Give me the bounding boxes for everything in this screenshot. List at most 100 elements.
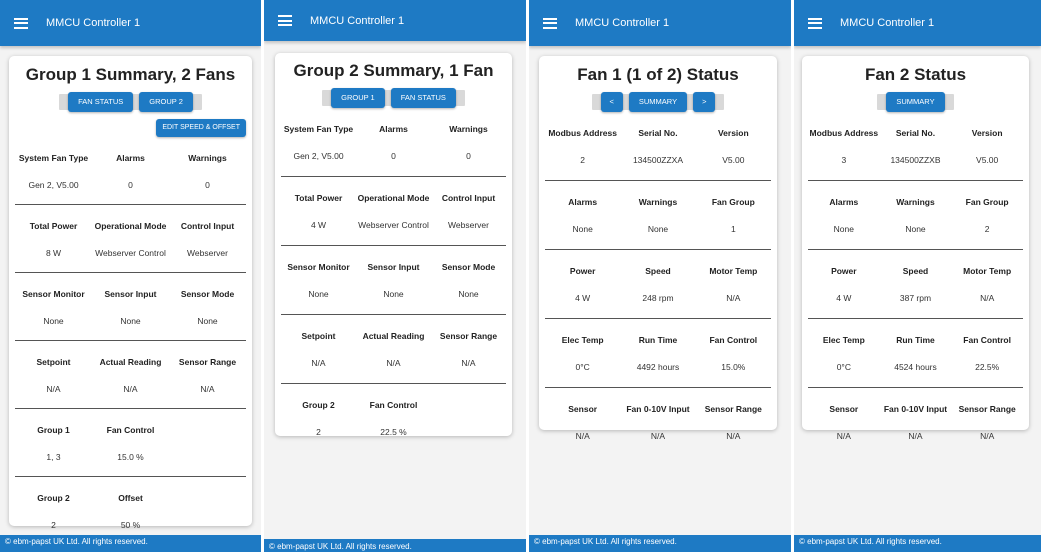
app-bar: MMCU Controller 1 (264, 0, 526, 41)
field-label (169, 409, 246, 435)
screen-fan-2-status: MMCU Controller 1 Fan 2 Status SUMMARY M… (794, 0, 1041, 552)
field-value: N/A (726, 293, 741, 303)
field-label: Power (831, 266, 857, 276)
info-section: Total Power Operational Mode Control Input… (281, 177, 506, 246)
field-label: Control Input (441, 193, 496, 203)
screen-group-1-summary: MMCU Controller 1 Group 1 Summary, 2 Fan… (0, 0, 261, 552)
hamburger-menu-icon[interactable] (14, 17, 28, 29)
field-label: Sensor Input (104, 289, 157, 299)
field-label: Fan Control (106, 425, 155, 435)
info-grid: Sensor Fan 0-10V Input Sensor Range N/A N/A N… (545, 388, 771, 456)
info-rows: Modbus Address Serial No. Version 2 134500ZZ… (545, 112, 771, 456)
info-grid: Alarms Warnings Fan Group None None 1 (545, 181, 771, 249)
field-value: 134500ZZXB (890, 155, 941, 165)
info-section: Alarms Warnings Fan Group None None 1 (545, 181, 771, 250)
summary-card: Group 1 Summary, 2 Fans FAN STATUS GROUP… (9, 56, 252, 530)
field-value: 0 (391, 151, 396, 161)
field-value: None (308, 289, 329, 299)
field-label: Sensor Input (367, 262, 420, 272)
group-2-button[interactable]: GROUP 2 (139, 92, 193, 112)
field-value: 4 W (836, 293, 852, 303)
info-section: Total Power Operational Mode Control Input… (15, 205, 246, 273)
summary-button[interactable]: SUMMARY (886, 92, 945, 112)
field-label: Alarms (116, 153, 145, 163)
field-value: N/A (575, 431, 590, 441)
info-grid: Modbus Address Serial No. Version 3 134500ZZ… (808, 112, 1023, 180)
info-section: Setpoint Actual Reading Sensor Range N/A N/A… (281, 315, 506, 384)
field-value: N/A (386, 358, 401, 368)
field-label: Motor Temp (963, 266, 1012, 276)
field-label: Fan Control (963, 335, 1011, 345)
field-label: Actual Reading (99, 357, 162, 367)
previous-fan-button[interactable]: < (600, 92, 623, 112)
fan-status-button[interactable]: FAN STATUS (390, 88, 456, 108)
field-label: Speed (645, 266, 671, 276)
fan-status-button[interactable]: FAN STATUS (68, 92, 134, 112)
field-value: 0 (466, 151, 471, 161)
field-label: Sensor Range (178, 357, 237, 367)
group-1-button[interactable]: GROUP 1 (331, 88, 385, 108)
field-label: Group 2 (302, 400, 335, 410)
field-label: System Fan Type (18, 153, 89, 163)
field-label: Modbus Address (809, 128, 879, 138)
field-value: None (120, 316, 141, 326)
nav-button-group: < SUMMARY > (591, 92, 725, 112)
app-title: MMCU Controller 1 (840, 17, 935, 29)
info-rows: System Fan Type Alarms Warnings Gen 2, V5.0… (15, 137, 246, 544)
field-label: System Fan Type (283, 124, 354, 134)
info-grid: Alarms Warnings Fan Group None None 2 (808, 181, 1023, 249)
app-title: MMCU Controller 1 (310, 14, 405, 27)
field-label: Alarms (568, 197, 598, 207)
info-grid: Setpoint Actual Reading Sensor Range N/A N/A… (15, 341, 246, 408)
field-value: None (197, 316, 218, 326)
field-value: N/A (650, 431, 666, 441)
info-grid: Setpoint Actual Reading Sensor Range N/A N/A… (281, 315, 506, 383)
field-value: 1 (730, 224, 736, 234)
field-value: 4 W (310, 220, 327, 230)
field-label: Warnings (638, 197, 678, 207)
app-bar: MMCU Controller 1 (0, 0, 261, 46)
field-value: 22.5% (975, 362, 1000, 372)
field-value: N/A (461, 358, 476, 368)
field-label: Motor Temp (709, 266, 758, 276)
field-value: 3 (841, 155, 847, 165)
app-bar: MMCU Controller 1 (794, 0, 1041, 46)
nav-button-group: SUMMARY (877, 92, 954, 112)
info-grid: System Fan Type Alarms Warnings Gen 2, V5.0… (281, 108, 506, 176)
field-value: None (43, 316, 64, 326)
field-value: None (647, 224, 669, 234)
card-title: Fan 2 Status (864, 65, 967, 84)
field-value: 0 (128, 180, 133, 190)
screen-group-2-summary: MMCU Controller 1 Group 2 Summary, 1 Fan… (264, 0, 526, 552)
info-section: Elec Temp Run Time Fan Control 0°C 4492 hour… (545, 319, 771, 388)
field-value: 0°C (575, 362, 590, 372)
edit-button-row: EDIT SPEED & OFFSET (15, 119, 246, 137)
field-label: Fan Control (369, 400, 418, 410)
next-fan-button[interactable]: > (693, 92, 716, 112)
app-title: MMCU Controller 1 (46, 17, 141, 29)
footer: © ebm-papst UK Ltd. All rights reserved. (794, 535, 1041, 552)
field-label: Group 1 (37, 425, 70, 435)
info-section: Modbus Address Serial No. Version 2 134500ZZ… (545, 112, 771, 181)
field-label: Fan Group (965, 197, 1009, 207)
field-value: None (905, 224, 926, 234)
field-value: N/A (200, 384, 215, 394)
info-grid: Group 2 Fan Control 2 22.5 % (281, 384, 506, 452)
field-label: Alarms (379, 124, 408, 134)
field-label: Group 2 (37, 493, 70, 503)
field-label: Sensor Range (958, 404, 1016, 414)
hamburger-menu-icon[interactable] (543, 17, 557, 29)
summary-card: Group 2 Summary, 1 Fan GROUP 1 FAN STATU… (275, 53, 512, 437)
field-value: 2 (984, 224, 990, 234)
hamburger-menu-icon[interactable] (808, 17, 822, 29)
field-value: 0 (205, 180, 210, 190)
field-label (431, 384, 506, 410)
info-grid: Sensor Fan 0-10V Input Sensor Range N/A N/A N… (808, 388, 1023, 456)
field-label: Warnings (896, 197, 935, 207)
hamburger-menu-icon[interactable] (278, 15, 292, 26)
footer: © ebm-papst UK Ltd. All rights reserved. (0, 535, 261, 552)
info-section: Sensor Fan 0-10V Input Sensor Range N/A N/A N… (545, 388, 771, 456)
field-label: Fan 0-10V Input (626, 404, 690, 414)
edit-speed-offset-button[interactable]: EDIT SPEED & OFFSET (156, 119, 246, 137)
summary-button[interactable]: SUMMARY (628, 92, 688, 112)
